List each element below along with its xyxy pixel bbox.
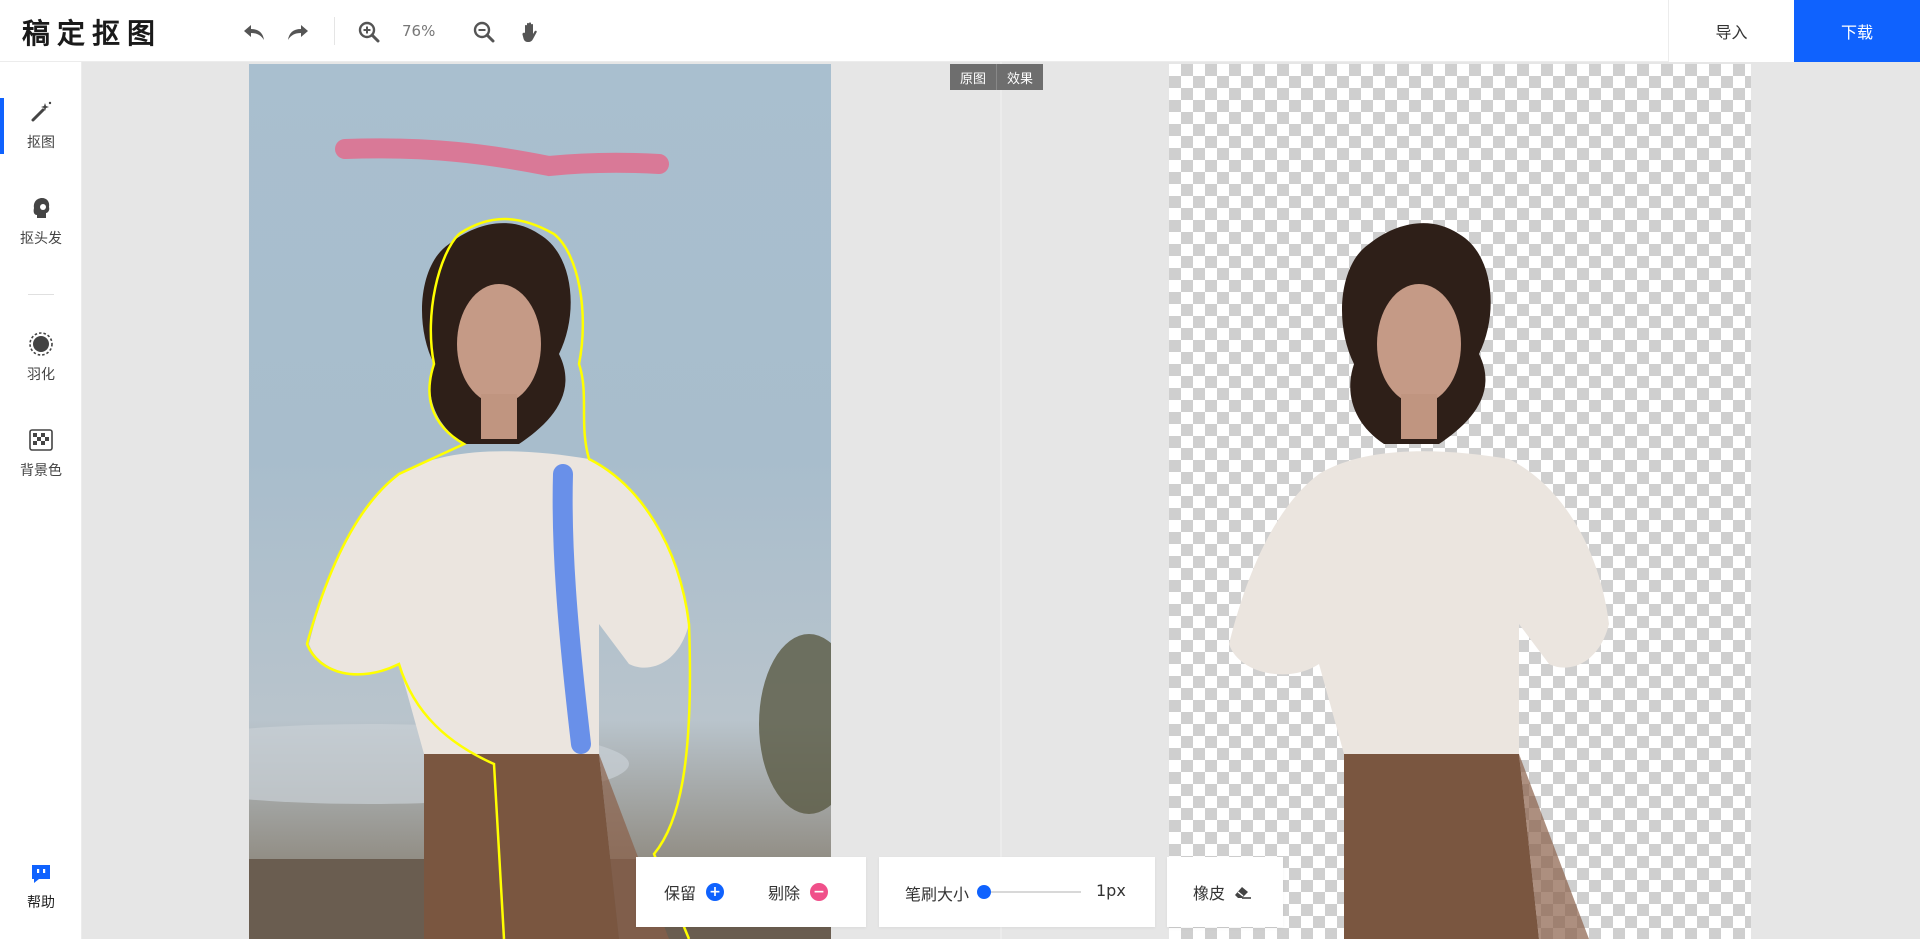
brush-size-slider-handle[interactable] xyxy=(977,885,991,899)
tool-sidebar: 抠图 抠头发 羽化 背景色 帮助 xyxy=(0,62,82,939)
eraser-panel: 橡皮 xyxy=(1167,857,1283,927)
help-label: 帮助 xyxy=(27,895,55,911)
pan-hand-button[interactable] xyxy=(516,18,544,46)
view-split-divider xyxy=(1000,62,1002,939)
sidebar-item-cutout[interactable]: 抠图 xyxy=(0,88,82,168)
sidebar-item-feather[interactable]: 羽化 xyxy=(0,320,82,400)
feather-circle-icon xyxy=(27,330,55,358)
help-button[interactable]: 帮助 xyxy=(0,862,82,922)
app-logo: 稿定抠图 xyxy=(22,17,163,50)
zoom-level: 76% xyxy=(402,22,436,40)
import-button[interactable]: 导入 xyxy=(1668,0,1794,62)
remove-brush-stroke xyxy=(335,138,669,177)
sidebar-item-label: 抠图 xyxy=(27,135,55,151)
view-toggle: 原图 效果 xyxy=(950,64,1044,90)
hand-icon xyxy=(522,22,537,42)
hair-head-icon xyxy=(27,194,55,222)
brush-size-label: 笔刷大小 xyxy=(905,885,970,904)
brush-mode-panel: 保留 + 剔除 − xyxy=(636,857,866,927)
sidebar-divider xyxy=(28,294,54,295)
brush-size-panel: 笔刷大小 1px xyxy=(879,857,1155,927)
sidebar-item-label: 背景色 xyxy=(20,463,62,479)
cutout-result xyxy=(1229,223,1609,939)
workspace: 原图 效果 xyxy=(82,62,1920,939)
original-image-canvas[interactable] xyxy=(249,64,831,939)
zoom-in-button[interactable] xyxy=(355,18,383,46)
remove-label: 剔除 xyxy=(768,884,801,903)
brush-size-value: 1px xyxy=(1096,881,1126,900)
sidebar-item-background-color[interactable]: 背景色 xyxy=(0,416,82,496)
view-original-button[interactable]: 原图 xyxy=(950,64,997,90)
keep-brush-button[interactable]: 保留 + xyxy=(664,880,725,904)
plus-icon: + xyxy=(706,883,725,901)
brush-size-slider-track[interactable] xyxy=(985,891,1081,893)
checker-background-icon xyxy=(27,426,55,454)
chat-bubble-icon xyxy=(32,865,50,883)
undo-icon xyxy=(244,25,264,40)
eraser-icon xyxy=(1235,887,1252,899)
download-button[interactable]: 下载 xyxy=(1794,0,1920,62)
remove-brush-button[interactable]: 剔除 − xyxy=(768,880,829,904)
zoom-out-button[interactable] xyxy=(470,18,498,46)
eraser-label: 橡皮 xyxy=(1193,884,1226,903)
view-effect-button[interactable]: 效果 xyxy=(996,64,1044,90)
original-photo xyxy=(249,138,831,939)
sidebar-item-label: 羽化 xyxy=(27,367,55,383)
zoom-in-icon xyxy=(358,21,380,43)
eraser-button[interactable]: 橡皮 xyxy=(1193,880,1253,904)
redo-icon xyxy=(288,25,308,40)
magic-wand-icon xyxy=(27,98,55,126)
top-bar: 稿定抠图 76% 导入 下载 xyxy=(0,0,1920,62)
redo-button[interactable] xyxy=(284,18,312,46)
sidebar-item-label: 抠头发 xyxy=(20,231,62,247)
minus-icon: − xyxy=(810,883,829,901)
sidebar-item-hair[interactable]: 抠头发 xyxy=(0,184,82,264)
undo-button[interactable] xyxy=(240,18,268,46)
result-image-canvas[interactable] xyxy=(1169,64,1751,939)
keep-label: 保留 xyxy=(664,884,697,903)
zoom-out-icon xyxy=(473,21,495,43)
toolbar-divider xyxy=(334,17,335,45)
